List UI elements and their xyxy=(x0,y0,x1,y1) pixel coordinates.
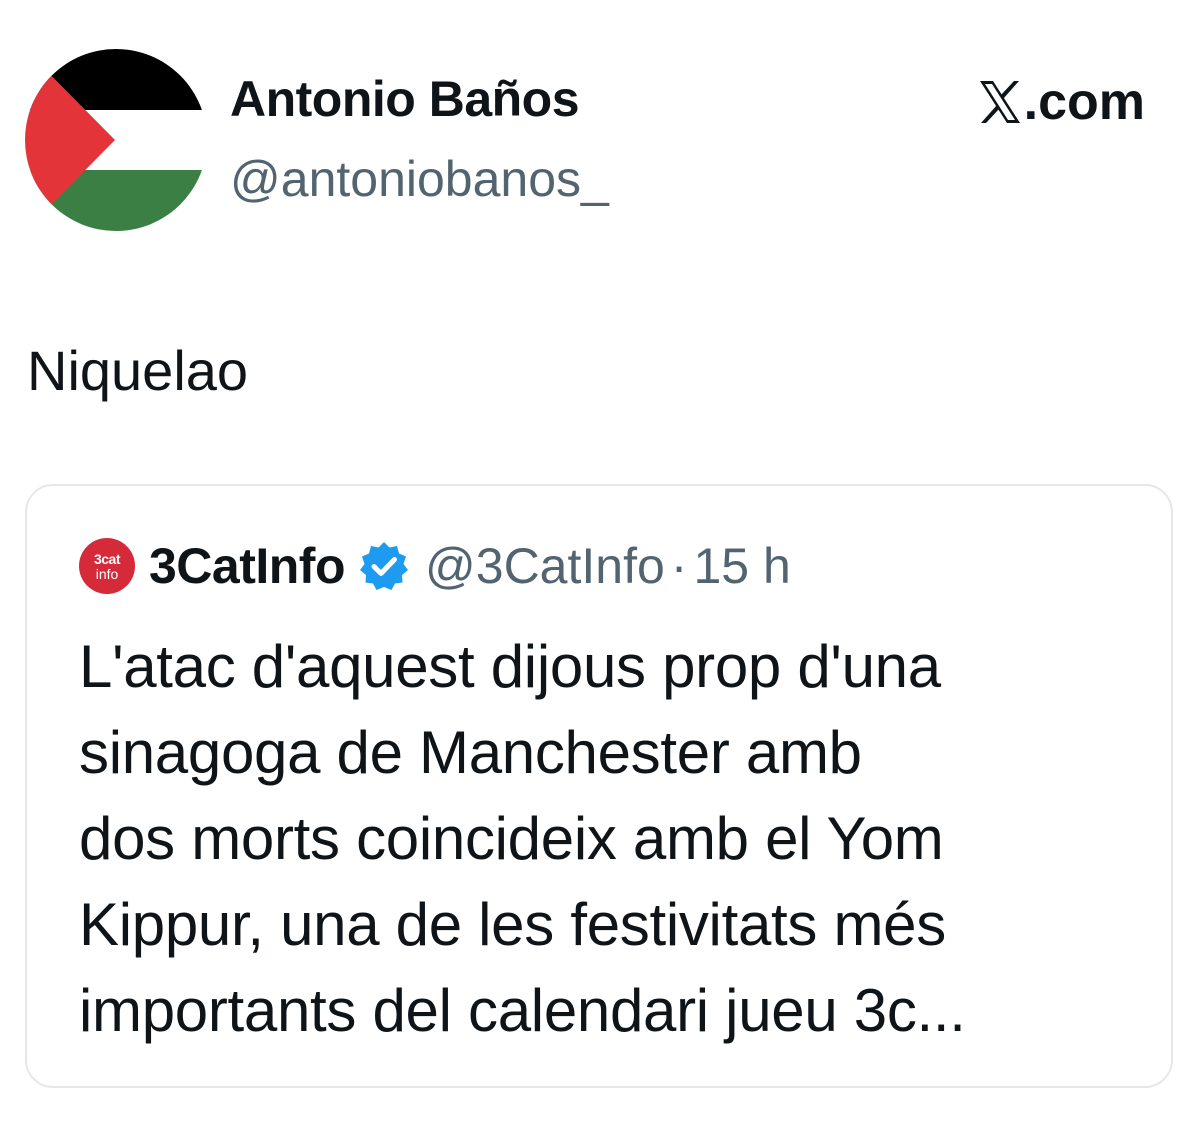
quoted-tweet-header: 3cat info 3CatInfo @3CatInfo · 15 h xyxy=(79,538,791,594)
author-avatar[interactable] xyxy=(25,49,207,231)
author-handle[interactable]: @antoniobanos_ xyxy=(230,152,609,207)
quoted-author-avatar[interactable]: 3cat info xyxy=(79,538,135,594)
quoted-text-line: sinagoga de Manchester amb xyxy=(79,719,862,786)
quoted-author-name[interactable]: 3CatInfo xyxy=(149,541,346,591)
quoted-text-line: L'atac d'aquest dijous prop d'una xyxy=(79,633,941,700)
author-name[interactable]: Antonio Baños xyxy=(230,72,580,127)
quoted-timestamp[interactable]: 15 h xyxy=(693,541,790,591)
separator-dot: · xyxy=(670,538,688,594)
avatar-logo-top: 3cat xyxy=(93,550,121,567)
tweet-text: Niquelao xyxy=(27,339,249,402)
quoted-tweet-text: L'atac d'aquest dijous prop d'una sinago… xyxy=(79,624,1139,1054)
palestine-flag-icon xyxy=(25,49,207,231)
quoted-tweet[interactable]: 3cat info 3CatInfo @3CatInfo · 15 h L'at… xyxy=(25,484,1173,1088)
avatar-logo-bottom: info xyxy=(95,565,119,582)
tweet-card: Antonio Baños @antoniobanos_ .com Niquel… xyxy=(0,0,1200,1138)
x-logo-icon xyxy=(978,79,1022,125)
quoted-text-line: Kippur, una de les festivitats més xyxy=(79,891,946,958)
quoted-text-line: dos morts coincideix amb el Yom xyxy=(79,805,944,872)
brand-domain-text: .com xyxy=(1023,73,1145,131)
quoted-text-line: importants del calendari jueu 3c... xyxy=(79,977,966,1044)
x-com-brand[interactable]: .com xyxy=(978,76,1145,128)
verified-badge-icon xyxy=(357,539,411,593)
quoted-author-handle[interactable]: @3CatInfo xyxy=(425,541,665,591)
